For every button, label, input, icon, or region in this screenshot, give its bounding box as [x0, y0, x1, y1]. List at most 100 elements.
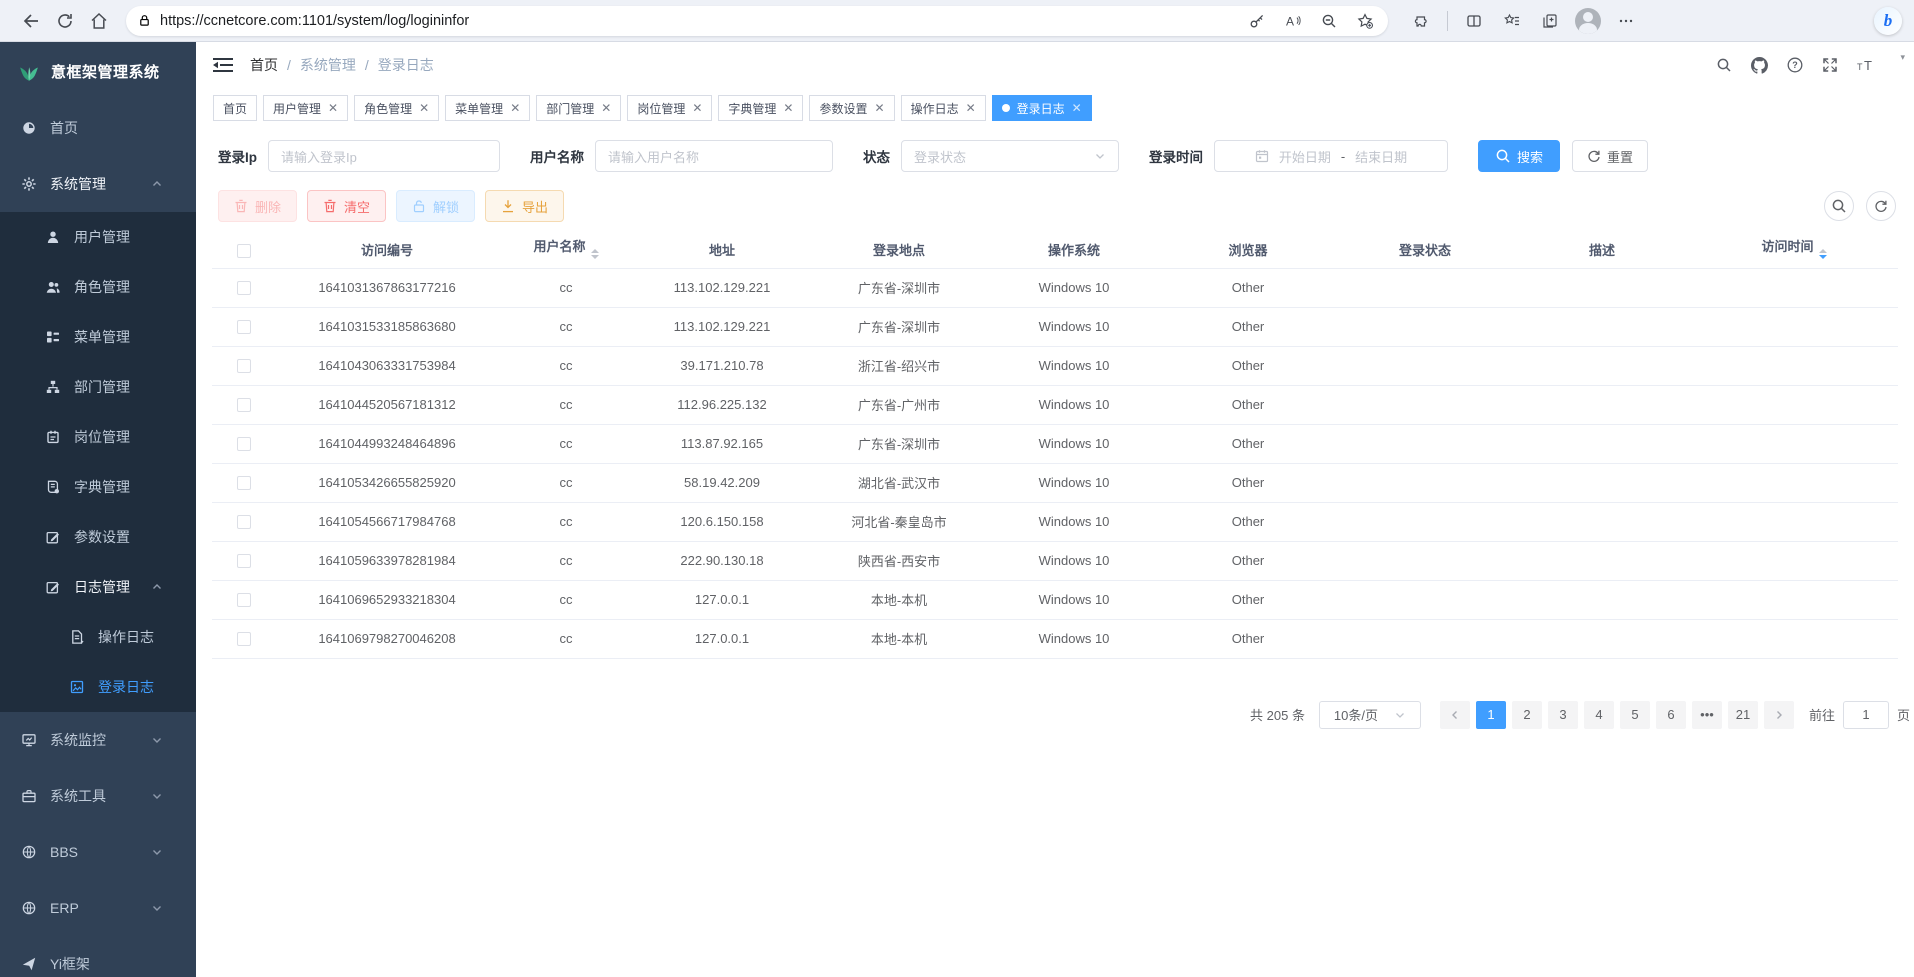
search-button[interactable]: 搜索 — [1478, 140, 1560, 172]
tab-首页[interactable]: 首页 — [213, 95, 257, 121]
help-icon[interactable]: ? — [1787, 57, 1803, 73]
page-4-button[interactable]: 4 — [1584, 701, 1614, 729]
url-text[interactable]: https://ccnetcore.com:1101/system/log/lo… — [160, 13, 1242, 29]
sidebar-item-oplog[interactable]: 操作日志 — [0, 612, 196, 662]
search-circle-button[interactable] — [1824, 191, 1854, 221]
favorites-bar-icon[interactable] — [1495, 5, 1529, 37]
page-2-button[interactable]: 2 — [1512, 701, 1542, 729]
column-header[interactable]: 访问时间 — [1690, 232, 1898, 268]
清空-button[interactable]: 清空 — [307, 190, 386, 222]
row-checkbox[interactable] — [237, 437, 251, 451]
read-aloud-icon[interactable]: A — [1278, 5, 1308, 37]
status-select[interactable]: 登录状态 — [901, 140, 1119, 172]
page-3-button[interactable]: 3 — [1548, 701, 1578, 729]
column-header[interactable]: 用户名称 — [498, 232, 634, 268]
page-size-select[interactable]: 10条/页 — [1319, 701, 1421, 729]
sidebar-item-menu[interactable]: 菜单管理 — [0, 312, 196, 362]
tab-角色管理[interactable]: 角色管理✕ — [354, 95, 439, 121]
breadcrumb-item[interactable]: 系统管理 — [300, 55, 356, 75]
导出-button[interactable]: 导出 — [485, 190, 564, 222]
row-checkbox[interactable] — [237, 515, 251, 529]
favorite-add-icon[interactable] — [1350, 5, 1380, 37]
close-icon[interactable]: ✕ — [510, 102, 520, 114]
sidebar-item-erp[interactable]: ERP — [0, 880, 196, 936]
row-checkbox[interactable] — [237, 476, 251, 490]
login-time-range-picker[interactable]: 开始日期 - 结束日期 — [1214, 140, 1448, 172]
prev-page-button[interactable] — [1440, 701, 1470, 729]
sidebar-item-system[interactable]: 系统管理 — [0, 156, 196, 212]
row-checkbox[interactable] — [237, 554, 251, 568]
page-6-button[interactable]: 6 — [1656, 701, 1686, 729]
refresh-circle-button[interactable] — [1866, 191, 1896, 221]
sidebar-item-dept[interactable]: 部门管理 — [0, 362, 196, 412]
user-name-input[interactable]: 请输入用户名称 — [595, 140, 833, 172]
font-size-icon[interactable]: TT — [1857, 57, 1875, 73]
goto-page-input[interactable]: 1 — [1843, 701, 1889, 729]
sidebar-item-loginlog[interactable]: 登录日志 — [0, 662, 196, 712]
sidebar-item-tools[interactable]: 系统工具 — [0, 768, 196, 824]
close-icon[interactable]: ✕ — [601, 102, 611, 114]
fullscreen-icon[interactable] — [1822, 57, 1838, 73]
page-1-button[interactable]: 1 — [1476, 701, 1506, 729]
row-checkbox[interactable] — [237, 281, 251, 295]
key-icon[interactable] — [1242, 5, 1272, 37]
close-icon[interactable]: ✕ — [1072, 102, 1082, 114]
sidebar-item-log[interactable]: 日志管理 — [0, 562, 196, 612]
sidebar-item-user[interactable]: 用户管理 — [0, 212, 196, 262]
profile-icon[interactable] — [1571, 5, 1605, 37]
close-icon[interactable]: ✕ — [419, 102, 429, 114]
sidebar-item-param[interactable]: 参数设置 — [0, 512, 196, 562]
tab-操作日志[interactable]: 操作日志✕ — [901, 95, 986, 121]
address-bar[interactable]: https://ccnetcore.com:1101/system/log/lo… — [126, 6, 1388, 36]
tab-用户管理[interactable]: 用户管理✕ — [263, 95, 348, 121]
page-21-button[interactable]: 21 — [1728, 701, 1758, 729]
zoom-out-icon[interactable] — [1314, 5, 1344, 37]
more-icon[interactable] — [1609, 5, 1643, 37]
row-checkbox[interactable] — [237, 359, 251, 373]
more-pages-button[interactable]: ••• — [1692, 701, 1722, 729]
sidebar-item-bbs[interactable]: BBS — [0, 824, 196, 880]
sort-icon[interactable] — [1819, 245, 1827, 263]
split-screen-icon[interactable] — [1457, 5, 1491, 37]
row-checkbox[interactable] — [237, 320, 251, 334]
sidebar-item-dict[interactable]: 字典管理 — [0, 462, 196, 512]
github-icon[interactable] — [1751, 57, 1768, 74]
table-cell — [1336, 385, 1514, 424]
reset-button[interactable]: 重置 — [1572, 140, 1648, 172]
browser-reload-button[interactable] — [48, 5, 82, 37]
collections-icon[interactable] — [1533, 5, 1567, 37]
close-icon[interactable]: ✕ — [328, 102, 338, 114]
browser-back-button[interactable] — [14, 5, 48, 37]
breadcrumb-item[interactable]: 首页 — [250, 55, 278, 75]
tab-部门管理[interactable]: 部门管理✕ — [536, 95, 621, 121]
sidebar-item-role[interactable]: 角色管理 — [0, 262, 196, 312]
close-icon[interactable]: ✕ — [875, 102, 885, 114]
sidebar-item-yiframe[interactable]: Yi框架 — [0, 936, 196, 977]
sidebar-item-monitor[interactable]: 系统监控 — [0, 712, 196, 768]
sidebar-item-home[interactable]: 首页 — [0, 100, 196, 156]
row-checkbox[interactable] — [237, 632, 251, 646]
tab-参数设置[interactable]: 参数设置✕ — [809, 95, 894, 121]
tab-菜单管理[interactable]: 菜单管理✕ — [445, 95, 530, 121]
tab-字典管理[interactable]: 字典管理✕ — [718, 95, 803, 121]
close-icon[interactable]: ✕ — [783, 102, 793, 114]
search-icon[interactable] — [1716, 57, 1732, 73]
login-ip-input[interactable]: 请输入登录Ip — [268, 140, 500, 172]
extensions-icon[interactable] — [1404, 5, 1438, 37]
page-5-button[interactable]: 5 — [1620, 701, 1650, 729]
breadcrumb-item[interactable]: 登录日志 — [378, 55, 434, 75]
close-icon[interactable]: ✕ — [966, 102, 976, 114]
row-checkbox[interactable] — [237, 398, 251, 412]
collapse-menu-icon[interactable] — [212, 57, 234, 73]
tab-岗位管理[interactable]: 岗位管理✕ — [627, 95, 712, 121]
copilot-icon[interactable]: b — [1874, 7, 1902, 35]
select-all-checkbox[interactable] — [237, 244, 251, 258]
sidebar-item-post[interactable]: 岗位管理 — [0, 412, 196, 462]
next-page-button[interactable] — [1764, 701, 1794, 729]
row-checkbox[interactable] — [237, 593, 251, 607]
tab-登录日志[interactable]: 登录日志✕ — [992, 95, 1092, 121]
browser-home-button[interactable] — [82, 5, 116, 37]
sort-icon[interactable] — [591, 245, 599, 263]
close-icon[interactable]: ✕ — [692, 102, 702, 114]
chevron-down-icon — [1094, 150, 1106, 162]
